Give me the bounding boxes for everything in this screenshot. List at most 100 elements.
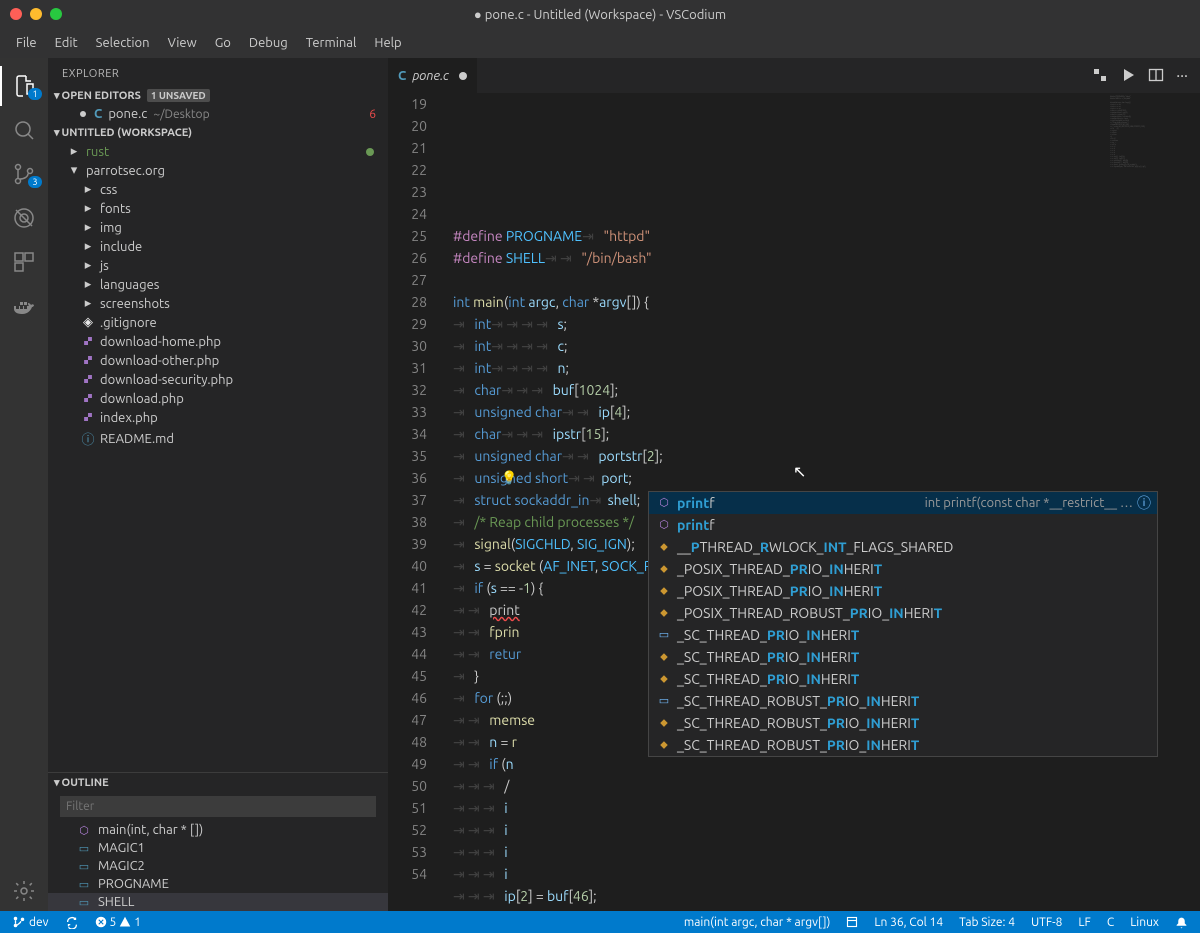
status-language[interactable]: C: [1103, 916, 1118, 929]
minimap[interactable]: #define PROGNAME⇥ "httpd"#define SHELL⇥ …: [1106, 93, 1186, 253]
workspace-header[interactable]: ▾ UNTITLED (WORKSPACE): [48, 123, 388, 142]
tree-item[interactable]: ◈.gitignore: [48, 313, 388, 332]
status-context[interactable]: main(int argc, char * argv[]): [680, 916, 834, 929]
intellisense-item[interactable]: ⬥_POSIX_THREAD_PRIO_INHERIT: [649, 580, 1157, 602]
intellisense-item[interactable]: ⬥__PTHREAD_RWLOCK_INT_FLAGS_SHARED: [649, 536, 1157, 558]
editor-area: C pone.c ··· 192021222324252627282930313…: [388, 58, 1200, 911]
tree-item[interactable]: 🙾download-other.php: [48, 351, 388, 370]
info-icon[interactable]: ⓘ: [1137, 493, 1151, 513]
menu-go[interactable]: Go: [207, 32, 239, 54]
outline-item[interactable]: ▭MAGIC1: [48, 839, 388, 857]
menu-selection[interactable]: Selection: [88, 32, 158, 54]
intellisense-item[interactable]: ⬥_SC_THREAD_ROBUST_PRIO_INHERIT: [649, 712, 1157, 734]
outline-item[interactable]: ▭MAGIC2: [48, 857, 388, 875]
menu-debug[interactable]: Debug: [241, 32, 296, 54]
outline-filter-input[interactable]: [60, 796, 376, 817]
status-line-col[interactable]: Ln 36, Col 14: [870, 916, 947, 929]
activity-debug[interactable]: [0, 198, 48, 238]
intellisense-item[interactable]: ▭_SC_THREAD_ROBUST_PRIO_INHERIT: [649, 690, 1157, 712]
php-file-icon: 🙾: [80, 410, 96, 425]
close-window-button[interactable]: [10, 8, 22, 20]
activity-search[interactable]: [0, 110, 48, 150]
symbol-icon: ⬥: [655, 537, 673, 557]
split-editor-icon[interactable]: [1148, 67, 1164, 85]
status-notifications-icon[interactable]: [1171, 916, 1192, 929]
tree-item[interactable]: ▸screenshots: [48, 294, 388, 313]
intellisense-popup[interactable]: ⬡printfint printf(const char *__restrict…: [648, 491, 1158, 757]
activity-docker[interactable]: [0, 286, 48, 326]
minimize-window-button[interactable]: [30, 8, 42, 20]
constant-symbol-icon: ▭: [76, 842, 92, 855]
tree-item[interactable]: ⓘREADME.md: [48, 427, 388, 450]
symbol-icon: ▭: [655, 625, 673, 645]
status-sync[interactable]: [61, 915, 83, 929]
status-os[interactable]: Linux: [1126, 916, 1163, 929]
tree-item[interactable]: ▸include: [48, 237, 388, 256]
intellisense-item[interactable]: ⬡printf: [649, 514, 1157, 536]
overview-ruler[interactable]: [1186, 93, 1200, 911]
menu-edit[interactable]: Edit: [47, 32, 86, 54]
menu-terminal[interactable]: Terminal: [298, 32, 365, 54]
tree-item[interactable]: ▾parrotsec.org: [48, 161, 388, 180]
chevron-right-icon: ▸: [80, 182, 96, 197]
tree-item[interactable]: 🙾download.php: [48, 389, 388, 408]
open-editor-item[interactable]: C pone.c ~/Desktop 6: [48, 105, 388, 123]
explorer-badge: 1: [28, 88, 42, 100]
tree-item[interactable]: 🙾download-security.php: [48, 370, 388, 389]
menu-help[interactable]: Help: [366, 32, 409, 54]
intellisense-item[interactable]: ⬥_POSIX_THREAD_ROBUST_PRIO_INHERIT: [649, 602, 1157, 624]
intellisense-item[interactable]: ⬥_POSIX_THREAD_PRIO_INHERIT: [649, 558, 1157, 580]
outline-header[interactable]: ▾ OUTLINE: [48, 773, 388, 792]
c-file-icon: C: [94, 107, 102, 121]
activity-extensions[interactable]: [0, 242, 48, 282]
intellisense-item[interactable]: ⬥_SC_THREAD_ROBUST_PRIO_INHERIT: [649, 734, 1157, 756]
outline-item[interactable]: ▭PROGNAME: [48, 875, 388, 893]
activity-bar: 1 3: [0, 58, 48, 911]
outline-item[interactable]: ⬡main(int, char * []): [48, 821, 388, 839]
activity-scm[interactable]: 3: [0, 154, 48, 194]
more-actions-icon[interactable]: ···: [1176, 67, 1188, 85]
code-editor[interactable]: 1920212223242526272829303132333435363738…: [388, 93, 1200, 911]
tree-item[interactable]: 🙾index.php: [48, 408, 388, 427]
tab-pone-c[interactable]: C pone.c: [388, 58, 478, 93]
activity-settings[interactable]: [0, 871, 48, 911]
status-branch[interactable]: dev: [8, 915, 53, 929]
status-scope-icon[interactable]: [842, 916, 862, 928]
line-numbers: 1920212223242526272829303132333435363738…: [388, 93, 443, 911]
menu-view[interactable]: View: [160, 32, 205, 54]
tree-item[interactable]: ▸css: [48, 180, 388, 199]
file-tree: ▸rust▾parrotsec.org▸css▸fonts▸img▸includ…: [48, 142, 388, 772]
intellisense-item[interactable]: ⬥_SC_THREAD_PRIO_INHERIT: [649, 646, 1157, 668]
unsaved-badge: 1 UNSAVED: [147, 89, 210, 102]
tree-item[interactable]: ▸img: [48, 218, 388, 237]
intellisense-item[interactable]: ⬥_SC_THREAD_PRIO_INHERIT: [649, 668, 1157, 690]
readme-file-icon: ⓘ: [80, 429, 96, 448]
activity-explorer[interactable]: 1: [0, 66, 48, 106]
tree-item[interactable]: 🙾download-home.php: [48, 332, 388, 351]
tree-item[interactable]: ▸js: [48, 256, 388, 275]
maximize-window-button[interactable]: [50, 8, 62, 20]
tree-item[interactable]: ▸rust: [48, 142, 388, 161]
intellisense-item[interactable]: ▭_SC_THREAD_PRIO_INHERIT: [649, 624, 1157, 646]
status-eol[interactable]: LF: [1074, 916, 1094, 929]
tree-item[interactable]: ▸fonts: [48, 199, 388, 218]
chevron-down-icon: ▾: [54, 126, 60, 139]
lightbulb-icon[interactable]: 💡: [501, 467, 517, 489]
outline-item[interactable]: ▭SHELL: [48, 893, 388, 911]
status-encoding[interactable]: UTF-8: [1027, 916, 1066, 929]
run-icon[interactable]: [1120, 67, 1136, 85]
chevron-down-icon: ▾: [54, 89, 60, 102]
intellisense-item[interactable]: ⬡printfint printf(const char *__restrict…: [649, 492, 1157, 514]
tree-item[interactable]: ▸languages: [48, 275, 388, 294]
modified-indicator-icon: [80, 111, 86, 117]
open-editors-header[interactable]: ▾ OPEN EDITORS 1 UNSAVED: [48, 86, 388, 105]
status-problems[interactable]: 5 1: [91, 916, 146, 929]
php-file-icon: 🙾: [80, 334, 96, 349]
php-file-icon: 🙾: [80, 353, 96, 368]
status-tab-size[interactable]: Tab Size: 4: [955, 916, 1019, 929]
symbol-icon: ⬥: [655, 669, 673, 689]
compare-changes-icon[interactable]: [1092, 67, 1108, 85]
title-bar: ● pone.c - Untitled (Workspace) - VSCodi…: [0, 0, 1200, 28]
menu-file[interactable]: File: [8, 32, 45, 54]
function-symbol-icon: ⬡: [76, 824, 92, 837]
